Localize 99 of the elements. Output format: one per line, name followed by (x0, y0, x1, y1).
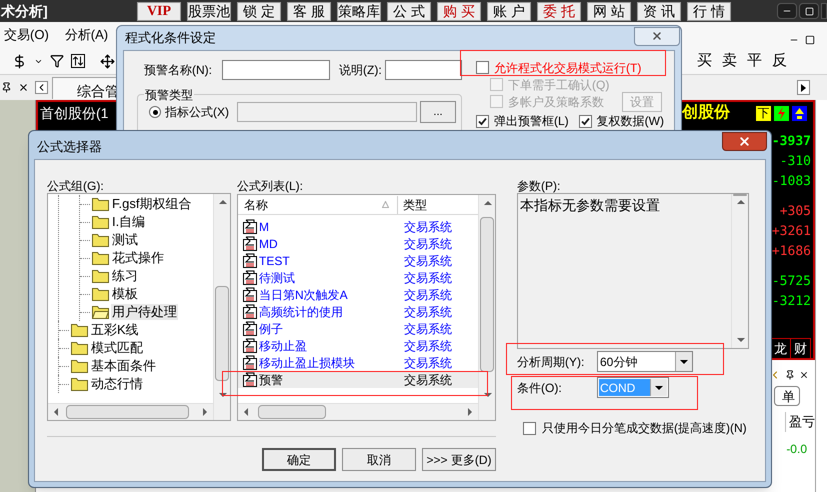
tree-item[interactable]: 练习 (111, 268, 139, 284)
tree-item[interactable]: 测试 (111, 232, 139, 248)
field-label: 说明(Z): (339, 62, 382, 79)
toolbar-button[interactable]: 股票池 (187, 2, 231, 20)
column-header[interactable]: 类型 (399, 196, 427, 214)
option-label: 复权数据(W) (596, 113, 664, 130)
option-label: 下单需手工确认(Q) (508, 76, 610, 94)
profit-value: -0.0 (786, 440, 807, 458)
formula-name: TEST (259, 252, 290, 270)
formula-row[interactable]: MD 交易系统 (238, 235, 478, 252)
change-value: -3212 (772, 293, 811, 311)
formula-name: M (259, 218, 269, 236)
field-label: 条件(O): (517, 380, 563, 396)
formula-row[interactable]: 待测试 交易系统 (238, 269, 478, 286)
formula-name: 例子 (259, 320, 283, 338)
formula-name: MD (259, 236, 278, 252)
field-label: 分析周期(Y): (517, 354, 586, 370)
toolbar-button[interactable]: 资 讯 (637, 2, 681, 20)
dialog-title: 公式选择器 (37, 138, 102, 156)
change-value: +3261 (772, 223, 811, 241)
formula-name: 预警 (259, 372, 283, 388)
option-label: 弹出预警框(L) (494, 113, 569, 130)
order-button[interactable]: 单 (774, 386, 800, 406)
formula-type: 交易系统 (404, 372, 452, 388)
change-value: -3937 (772, 133, 811, 151)
trade-button[interactable]: 反 (772, 50, 787, 72)
params-text: 本指标无参数需要设置 (519, 196, 661, 215)
formula-row[interactable]: 当日第N次触发A 交易系统 (238, 286, 478, 303)
window-title: 术分析] (0, 2, 49, 21)
toolbar-button[interactable]: 锁 定 (237, 2, 281, 20)
tree-item[interactable]: F.gsf期权组合 (111, 196, 192, 212)
option-label: 允许程式化交易模式运行(T) (494, 60, 642, 76)
section-label: 公式组(G): (47, 178, 105, 193)
panel-tab[interactable]: 财 (791, 338, 811, 358)
formula-name: 当日第N次触发A (259, 286, 348, 304)
trade-button[interactable]: 买 (697, 50, 712, 72)
stock-title: 首创股份(1 (40, 104, 108, 123)
formula-type: 交易系统 (404, 236, 452, 252)
toolbar-button[interactable]: 策略库 (337, 2, 381, 20)
change-value: -310 (780, 153, 811, 171)
stock-name: 创股份 (682, 102, 730, 123)
tree-item[interactable]: 花式操作 (111, 250, 165, 266)
period-badge: 下 (756, 106, 771, 120)
tree-item[interactable]: 五彩K线 (90, 322, 140, 338)
period-select[interactable]: 60分钟 (597, 351, 693, 372)
dialog-title: 程式化条件设定 (125, 29, 216, 48)
formula-row[interactable]: TEST 交易系统 (238, 252, 478, 269)
toolbar-button[interactable]: VIP (137, 2, 181, 20)
menu-item[interactable]: 交易(O) (4, 25, 49, 45)
formula-row[interactable]: 预警 交易系统 (238, 371, 478, 388)
section-label: 公式列表(L): (237, 178, 304, 194)
field-label: 预警名称(N): (144, 62, 213, 79)
formula-type: 交易系统 (404, 304, 452, 320)
formula-row[interactable]: M 交易系统 (238, 218, 478, 235)
column-header[interactable]: 名称 (238, 196, 398, 214)
change-value: -1083 (772, 173, 811, 191)
toolbar-button[interactable]: 客 服 (287, 2, 331, 20)
formula-row[interactable]: 移动止盈止损模块 交易系统 (238, 354, 478, 371)
change-value: +305 (780, 203, 811, 221)
formula-name: 移动止盈止损模块 (259, 354, 355, 372)
tree-item[interactable]: 用户待处理 (111, 304, 178, 320)
dialog-button[interactable]: 取消 (342, 448, 416, 471)
toolbar-button[interactable]: 公 式 (387, 2, 431, 20)
browse-button[interactable]: ... (420, 101, 456, 123)
toolbar-button[interactable]: 网 站 (587, 2, 631, 20)
toolbar-button[interactable]: 账 户 (487, 2, 531, 20)
tree-item[interactable]: 动态行情 (90, 376, 144, 392)
formula-type: 交易系统 (404, 218, 452, 236)
tree-item[interactable]: 模式匹配 (90, 340, 144, 356)
group-title: 预警类型 (144, 86, 194, 104)
option-label: 多帐户及策略系数 (508, 94, 604, 110)
option-label: 只使用今日分笔成交数据(提高速度)(N) (542, 420, 747, 437)
change-value: +1686 (772, 243, 811, 261)
formula-row[interactable]: 高频统计的使用 交易系统 (238, 303, 478, 320)
tree-item[interactable]: 基本面条件 (90, 358, 157, 374)
section-label: 参数(P): (517, 178, 562, 193)
menu-item[interactable]: 分析(A) (64, 25, 108, 45)
trade-button[interactable]: 卖 (722, 50, 737, 72)
toolbar-button[interactable]: 委 托 (537, 2, 581, 20)
formula-name: 高频统计的使用 (259, 304, 343, 320)
dialog-button[interactable]: >>> 更多(D) (422, 448, 496, 471)
change-value: -5725 (772, 273, 811, 291)
formula-row[interactable]: 移动止盈 交易系统 (238, 337, 478, 354)
formula-row[interactable]: 例子 交易系统 (238, 320, 478, 337)
tree-item[interactable]: 模板 (111, 286, 139, 302)
formula-type: 交易系统 (404, 252, 452, 270)
formula-type: 交易系统 (404, 270, 452, 286)
dialog-button[interactable]: 确定 (262, 448, 336, 471)
tree-item[interactable]: I.自编 (111, 214, 146, 230)
formula-name: 待测试 (259, 270, 295, 286)
formula-type: 交易系统 (404, 320, 452, 338)
formula-name: 移动止盈 (259, 338, 307, 354)
formula-type: 交易系统 (404, 286, 452, 304)
trade-button[interactable]: 平 (747, 50, 762, 72)
toolbar-button[interactable]: 购 买 (437, 2, 481, 20)
toolbar-button[interactable]: 行 情 (687, 2, 731, 20)
formula-type: 交易系统 (404, 338, 452, 354)
radio-label: 指标公式(X) (165, 104, 230, 121)
formula-type: 交易系统 (404, 354, 452, 372)
